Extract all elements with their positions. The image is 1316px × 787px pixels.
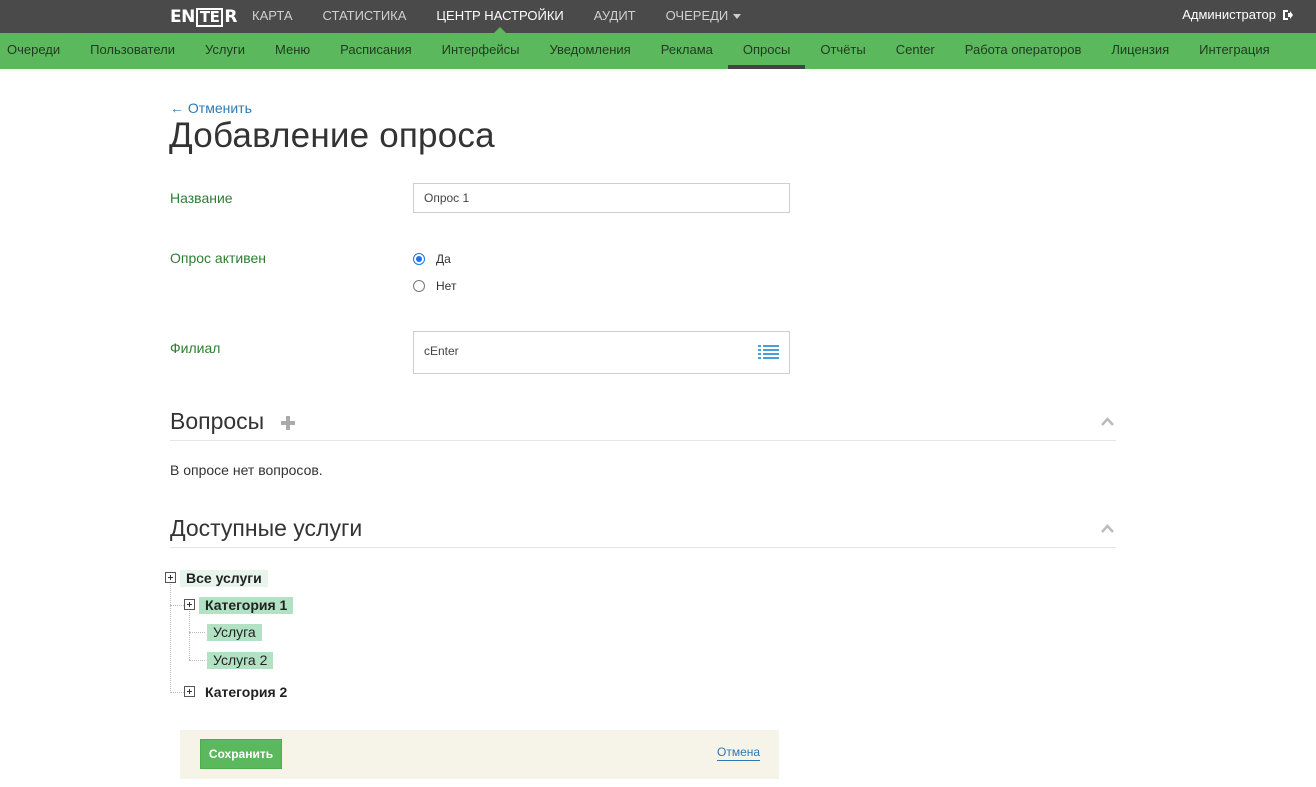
no-questions-text: В опросе нет вопросов.: [170, 462, 323, 478]
subnav-interfaces[interactable]: Интерфейсы: [427, 33, 535, 69]
top-bar: EN TE R Карта Статистика Центр настройки А…: [0, 0, 1316, 33]
enter-logo[interactable]: EN TE R: [170, 7, 237, 27]
tree-node-category-1[interactable]: Категория 1: [199, 597, 294, 614]
subnav-menu[interactable]: Меню: [260, 33, 325, 69]
logo-text: EN TE R: [170, 7, 237, 27]
active-yes-radio[interactable]: [413, 253, 425, 265]
subnav-reports[interactable]: Отчёты: [805, 33, 880, 69]
active-no-option[interactable]: Нет: [413, 279, 456, 293]
subnav-license[interactable]: Лицензия: [1096, 33, 1184, 69]
topnav-audit[interactable]: Аудит: [579, 0, 651, 33]
cancel-back-link[interactable]: ← Отменить: [170, 100, 252, 116]
expand-toggle-icon[interactable]: [184, 599, 195, 610]
subnav-users[interactable]: Пользователи: [75, 33, 190, 69]
logo-text-end: R: [224, 7, 237, 27]
subnav-notifications[interactable]: Уведомления: [534, 33, 645, 69]
services-divider: [170, 547, 1116, 548]
tree-connector: [170, 605, 184, 606]
user-menu[interactable]: Администратор: [1182, 0, 1294, 29]
branch-label: Филиал: [170, 340, 221, 356]
branch-select[interactable]: cEnter: [413, 331, 790, 374]
tree-connector: [189, 611, 190, 660]
tree-connector: [189, 632, 205, 633]
chevron-up-icon[interactable]: [1101, 524, 1114, 533]
topnav-statistics[interactable]: Статистика: [308, 0, 422, 33]
subnav-surveys[interactable]: Опросы: [727, 33, 806, 69]
page-title: Добавление опроса: [169, 116, 495, 155]
chevron-down-icon: [733, 14, 742, 20]
logout-icon: [1283, 9, 1293, 20]
subnav-services[interactable]: Услуги: [190, 33, 260, 69]
list-icon[interactable]: [758, 344, 779, 361]
active-yes-option[interactable]: Да: [413, 252, 451, 266]
tree-connector: [189, 660, 205, 661]
questions-divider: [170, 440, 1116, 441]
add-question-plus-icon[interactable]: [281, 416, 295, 430]
tree-node-service-2[interactable]: Услуга 2: [207, 652, 274, 669]
form-actions-bar: Сохранить Отмена: [180, 730, 779, 779]
subnav-center[interactable]: Center: [881, 33, 950, 69]
chevron-up-icon[interactable]: [1101, 417, 1114, 426]
subnav-ads[interactable]: Реклама: [646, 33, 728, 69]
services-section-title: Доступные услуги: [170, 515, 363, 541]
top-nav: Карта Статистика Центр настройки Аудит О…: [237, 0, 756, 33]
survey-name-input[interactable]: [413, 183, 790, 213]
save-button[interactable]: Сохранить: [200, 739, 282, 769]
logo-text-start: EN: [170, 7, 195, 27]
topnav-settings-center[interactable]: Центр настройки: [421, 0, 578, 33]
user-name: Администратор: [1182, 7, 1276, 22]
subnav-integration[interactable]: Интеграция: [1184, 33, 1285, 69]
expand-toggle-icon[interactable]: [165, 572, 176, 583]
settings-subnav: Очереди Пользователи Услуги Меню Расписа…: [0, 33, 1316, 69]
active-label: Опрос активен: [170, 250, 267, 266]
topnav-queues-dropdown[interactable]: Очереди: [651, 0, 757, 33]
subnav-schedules[interactable]: Расписания: [325, 33, 426, 69]
active-no-label: Нет: [436, 279, 457, 293]
questions-section-title: Вопросы: [170, 408, 265, 434]
branch-value: cEnter: [424, 344, 459, 358]
tree-node-category-2[interactable]: Категория 2: [199, 684, 293, 701]
topnav-map[interactable]: Карта: [237, 0, 308, 33]
tree-connector: [170, 584, 171, 693]
expand-toggle-icon[interactable]: [184, 686, 195, 697]
tree-node-all-services[interactable]: Все услуги: [180, 570, 268, 587]
name-label: Название: [170, 190, 233, 206]
cancel-link[interactable]: Отмена: [717, 745, 761, 761]
active-yes-label: Да: [436, 252, 451, 266]
tree-node-service[interactable]: Услуга: [207, 624, 262, 641]
active-no-radio[interactable]: [413, 280, 425, 292]
subnav-operators-work[interactable]: Работа операторов: [950, 33, 1097, 69]
tree-connector: [170, 692, 184, 693]
topnav-queues-label: Очереди: [665, 8, 729, 23]
subnav-queues[interactable]: Очереди: [0, 33, 75, 69]
logo-text-box: TE: [195, 8, 224, 27]
